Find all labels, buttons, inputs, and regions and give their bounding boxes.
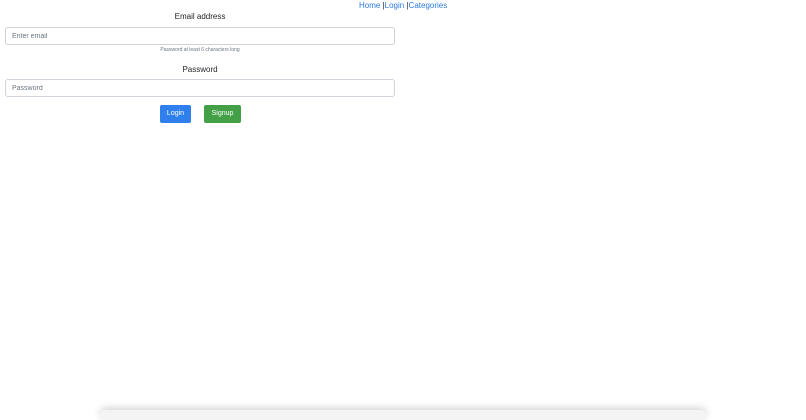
email-label: Email address [174,12,226,21]
nav-categories-link[interactable]: Categories [409,1,448,10]
password-field[interactable] [5,79,395,97]
nav-home-link[interactable]: Home [359,1,380,10]
nav-login-link[interactable]: Login [385,1,405,10]
password-help-text: Password at least 6 characters long [160,47,240,53]
signup-button[interactable]: Signup [204,105,241,123]
password-label: Password [182,65,218,74]
login-button[interactable]: Login [160,105,191,123]
email-field[interactable] [5,27,395,45]
bottom-panel-shadow [100,410,706,420]
